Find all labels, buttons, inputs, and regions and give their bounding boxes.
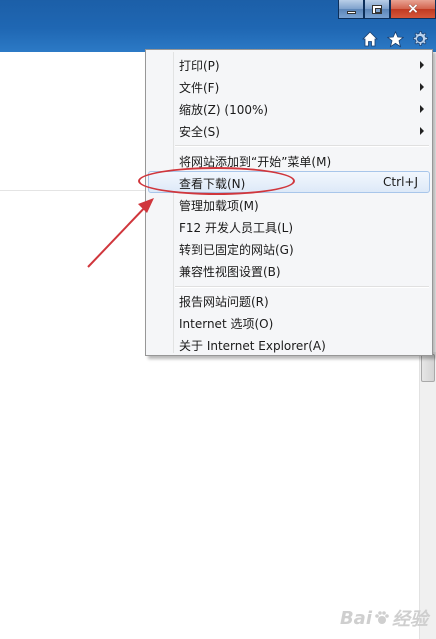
close-button[interactable]: × [390,0,436,19]
menu-item-manage-addons[interactable]: 管理加载项(M) [148,193,430,215]
menu-item-print[interactable]: 打印(P) [148,53,430,75]
menu-item-label: 缩放(Z) (100%) [179,103,269,117]
paw-logo-icon [375,611,389,624]
watermark-text: Bai [339,607,372,629]
window-controls: × [338,0,436,19]
menu-item-shortcut: Ctrl+J [383,175,418,189]
menu-item-zoom[interactable]: 缩放(Z) (100%) [148,97,430,119]
minimize-icon [346,10,356,14]
menu-item-f12-tools[interactable]: F12 开发人员工具(L) [148,215,430,237]
menu-item-label: 兼容性视图设置(B) [179,265,281,279]
restore-button[interactable] [364,0,390,19]
home-icon[interactable] [360,29,380,49]
favorites-star-icon[interactable] [385,29,405,49]
restore-icon [372,4,382,14]
menu-item-compat-view[interactable]: 兼容性视图设置(B) [148,259,430,281]
ie-titlebar: × [0,0,436,52]
menu-item-label: 关于 Internet Explorer(A) [179,339,326,353]
menu-item-label: Internet 选项(O) [179,317,274,331]
submenu-arrow-icon [420,61,424,69]
command-icons [360,29,430,49]
menu-item-label: 打印(P) [179,59,220,73]
menu-item-label: 转到已固定的网站(G) [179,243,294,257]
menu-item-label: 报告网站问题(R) [179,295,269,309]
menu-item-label: 安全(S) [179,125,220,139]
menu-item-about-ie[interactable]: 关于 Internet Explorer(A) [148,333,430,355]
menu-item-file[interactable]: 文件(F) [148,75,430,97]
menu-separator [175,286,429,288]
menu-item-label: 文件(F) [179,81,220,95]
menu-separator [175,145,429,147]
menu-item-report-problems[interactable]: 报告网站问题(R) [148,289,430,311]
scrollbar-thumb[interactable] [421,354,435,382]
menu-item-pinned-sites[interactable]: 转到已固定的网站(G) [148,237,430,259]
menu-item-safety[interactable]: 安全(S) [148,119,430,141]
menu-item-internet-options[interactable]: Internet 选项(O) [148,311,430,333]
close-icon: × [407,1,419,17]
watermark: Bai 经验 [340,605,428,631]
menu-item-label: 管理加载项(M) [179,199,259,213]
submenu-arrow-icon [420,83,424,91]
vertical-scrollbar[interactable] [419,352,436,639]
menu-item-label: F12 开发人员工具(L) [179,221,294,235]
highlight-ellipse [138,167,295,195]
minimize-button[interactable] [338,0,364,19]
pointer-arrow-icon [87,198,154,268]
submenu-arrow-icon [420,105,424,113]
tools-menu: 打印(P) 文件(F) 缩放(Z) (100%) 安全(S) 将网站添加到“开始… [145,49,433,356]
tools-gear-icon[interactable] [410,29,430,49]
submenu-arrow-icon [420,127,424,135]
watermark-suffix: 经验 [392,609,428,630]
